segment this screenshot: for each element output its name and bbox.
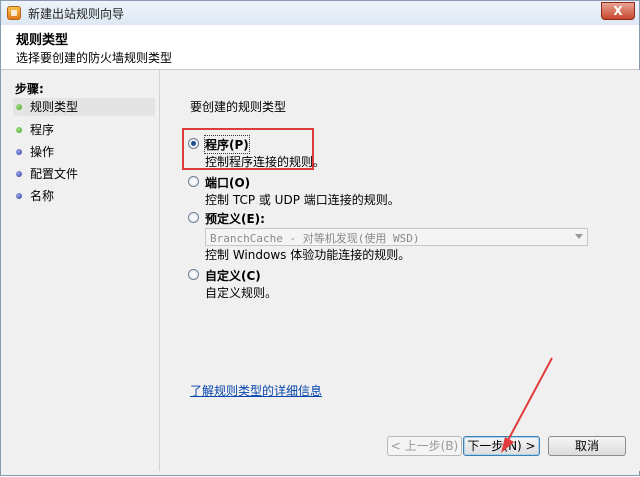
firewall-wizard-icon (7, 6, 21, 20)
radio-predefined[interactable] (188, 212, 199, 223)
wizard-header: 规则类型 选择要创建的防火墙规则类型 (1, 25, 639, 70)
page-title: 规则类型 (16, 33, 69, 48)
title-bar: 新建出站规则向导 X (1, 1, 639, 26)
step-label: 规则类型 (30, 100, 79, 114)
step-rule-type[interactable]: 规则类型 (13, 98, 155, 116)
close-button[interactable]: X (601, 2, 635, 20)
step-bullet-icon (16, 193, 22, 199)
window-title: 新建出站规则向导 (28, 7, 125, 21)
option-port-description: 控制 TCP 或 UDP 端口连接的规则。 (205, 193, 400, 207)
option-program-label[interactable]: 程序(P) (204, 135, 250, 154)
step-label: 操作 (30, 145, 55, 159)
option-custom-label[interactable]: 自定义(C) (205, 267, 261, 284)
radio-custom[interactable] (188, 269, 199, 280)
page-subtitle: 选择要创建的防火墙规则类型 (16, 51, 173, 65)
step-label: 配置文件 (30, 167, 79, 181)
steps-title: 步骤: (15, 82, 44, 96)
steps-panel: 步骤: 规则类型 程序 操作 配置文件 名称 (1, 70, 158, 471)
radio-port[interactable] (188, 176, 199, 187)
back-button[interactable]: < 上一步(B) (387, 436, 462, 456)
radio-program[interactable] (188, 138, 199, 149)
step-action[interactable]: 操作 (13, 143, 155, 161)
rule-type-question: 要创建的规则类型 (190, 100, 287, 114)
step-profile[interactable]: 配置文件 (13, 165, 155, 183)
predefined-select-value: BranchCache - 对等机发现(使用 WSD) (210, 232, 420, 245)
main-content: 要创建的规则类型 程序(P) 控制程序连接的规则。 端口(O) 控制 TCP 或… (159, 70, 640, 471)
option-predefined-label[interactable]: 预定义(E): (205, 210, 265, 227)
option-predefined-description: 控制 Windows 体验功能连接的规则。 (205, 248, 411, 262)
option-program-description: 控制程序连接的规则。 (205, 155, 326, 169)
next-button[interactable]: 下一步(N) > (463, 436, 540, 456)
step-label: 程序 (30, 123, 55, 137)
option-custom-description: 自定义规则。 (205, 286, 278, 300)
step-label: 名称 (30, 189, 55, 203)
step-bullet-icon (16, 149, 22, 155)
step-bullet-icon (16, 171, 22, 177)
step-bullet-icon (16, 127, 22, 133)
step-program[interactable]: 程序 (13, 121, 155, 139)
step-name[interactable]: 名称 (13, 187, 155, 205)
predefined-select[interactable]: BranchCache - 对等机发现(使用 WSD) (205, 228, 588, 246)
option-port-label[interactable]: 端口(O) (205, 174, 250, 191)
step-bullet-icon (16, 104, 22, 110)
learn-more-link[interactable]: 了解规则类型的详细信息 (190, 382, 322, 399)
cancel-button[interactable]: 取消 (548, 436, 626, 456)
wizard-window: 新建出站规则向导 X 规则类型 选择要创建的防火墙规则类型 步骤: 规则类型 程… (0, 0, 640, 476)
chevron-down-icon (575, 234, 583, 239)
